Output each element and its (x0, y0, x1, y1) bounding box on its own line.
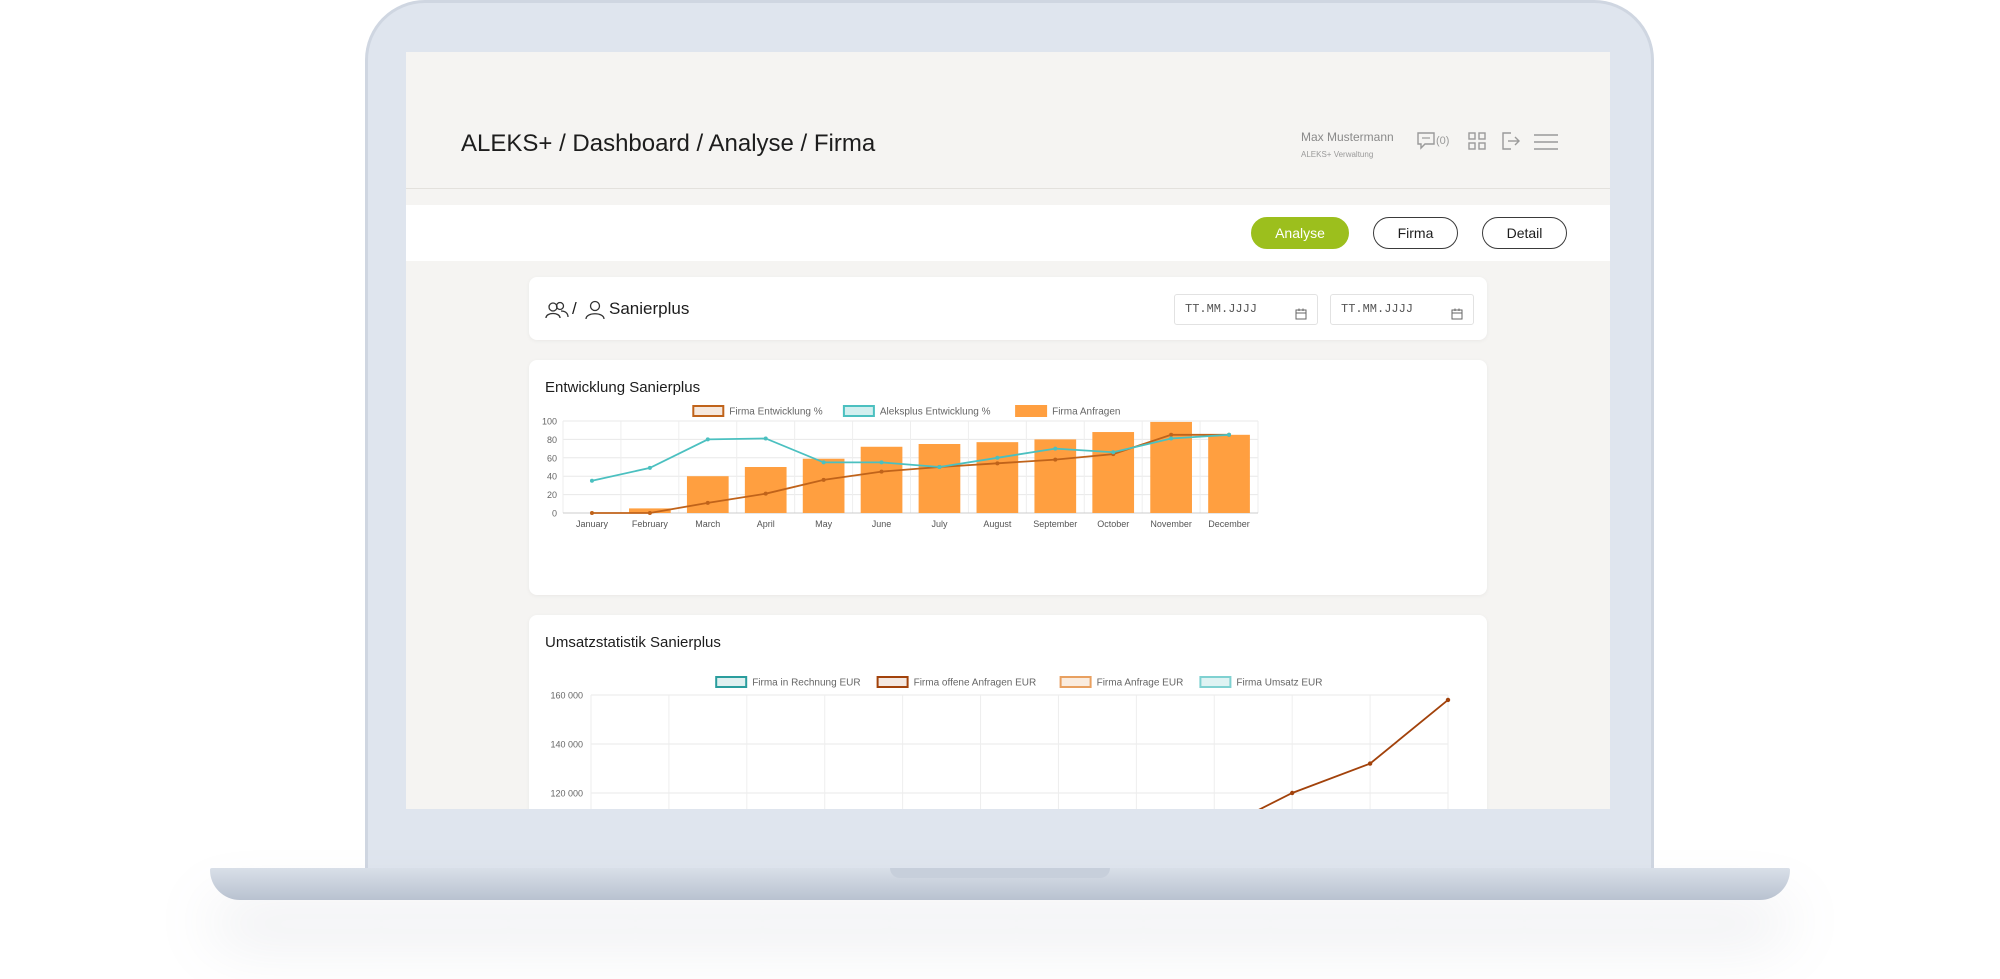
x-tick-label: October (1097, 519, 1129, 529)
legend-label: Firma Entwicklung % (729, 407, 822, 418)
date-from-placeholder: TT.MM.JJJJ (1185, 302, 1258, 316)
calendar-icon[interactable] (1451, 303, 1463, 332)
legend-label: Firma offene Anfragen EUR (914, 678, 1037, 689)
user-icon (585, 300, 605, 325)
legend-swatch (1199, 676, 1232, 688)
y-tick-label: 140 000 (550, 740, 583, 750)
data-point (1445, 697, 1451, 703)
data-point (1111, 450, 1116, 455)
filter-card: / Sanierplus TT.MM.JJJJ TT.MM.JJJJ (529, 277, 1487, 340)
legend-swatch (876, 676, 909, 688)
x-tick-label: August (983, 519, 1012, 529)
date-to-placeholder: TT.MM.JJJJ (1341, 302, 1414, 316)
bar (976, 442, 1019, 513)
y-tick-label: 0 (552, 509, 557, 519)
data-point (879, 460, 884, 465)
data-point (1227, 432, 1232, 437)
legend-label: Firma Umsatz EUR (1236, 678, 1322, 689)
filter-title: Sanierplus (609, 299, 690, 318)
date-from-field[interactable]: TT.MM.JJJJ (1174, 294, 1318, 325)
x-tick-label: March (695, 519, 720, 529)
x-tick-label: November (1150, 519, 1192, 529)
app-screen: ALEKS+ / Dashboard / Analyse / Firma Max… (406, 52, 1610, 809)
data-point (995, 455, 1000, 460)
revenue-chart-card: Umsatzstatistik Sanierplus Firma in Rech… (529, 615, 1487, 809)
y-tick-label: 160 000 (550, 691, 583, 701)
legend-swatch (1015, 405, 1048, 417)
y-tick-label: 60 (547, 453, 557, 463)
data-point (995, 461, 1000, 466)
tab-firma[interactable]: Firma (1373, 217, 1458, 249)
laptop-notch (890, 868, 1110, 878)
legend-swatch (1059, 676, 1092, 688)
y-tick-label: 120 000 (550, 789, 583, 799)
bar (918, 444, 961, 513)
data-point (821, 460, 826, 465)
revenue-chart: Firma in Rechnung EUR Firma offene Anfrag… (550, 676, 1451, 809)
tab-bar: Analyse Firma Detail (406, 205, 1610, 261)
y-tick-label: 40 (547, 472, 557, 482)
bar (802, 458, 845, 513)
logout-icon[interactable] (1501, 132, 1521, 155)
message-count: (0) (1436, 135, 1450, 147)
grid-icon[interactable] (1468, 132, 1486, 155)
development-chart-card: Entwicklung Sanierplus Firma Entwicklung… (529, 360, 1487, 595)
data-point (1367, 761, 1373, 766)
date-to-field[interactable]: TT.MM.JJJJ (1330, 294, 1474, 325)
legend-swatch (692, 405, 725, 417)
data-point (589, 478, 594, 483)
y-tick-label: 20 (547, 490, 557, 500)
x-tick-label: January (576, 519, 609, 529)
data-point (1169, 436, 1174, 441)
data-point (821, 477, 826, 482)
tab-detail[interactable]: Detail (1482, 217, 1567, 249)
calendar-icon[interactable] (1295, 303, 1307, 332)
filter-separator: / (572, 299, 577, 318)
x-tick-label: September (1033, 519, 1077, 529)
data-point (1053, 446, 1058, 451)
x-tick-label: April (757, 519, 775, 529)
legend-label: Firma in Rechnung EUR (752, 678, 860, 689)
user-name: Max Mustermann (1301, 130, 1394, 144)
legend-swatch (842, 405, 875, 417)
legend-label: Firma Anfragen (1052, 407, 1120, 418)
data-point (763, 491, 768, 496)
data-point (647, 465, 652, 470)
data-point (763, 436, 768, 441)
x-tick-label: July (931, 519, 948, 529)
app-header: ALEKS+ / Dashboard / Analyse / Firma Max… (406, 52, 1610, 189)
y-tick-label: 80 (547, 435, 557, 445)
user-role: ALEKS+ Verwaltung (1301, 150, 1374, 159)
data-point (1289, 790, 1295, 796)
data-point (589, 511, 594, 515)
data-point (647, 511, 652, 515)
data-point (937, 465, 942, 469)
x-tick-label: February (632, 519, 669, 529)
x-tick-label: December (1208, 519, 1250, 529)
tab-analyse[interactable]: Analyse (1251, 217, 1349, 249)
bar (1092, 432, 1135, 513)
legend-label: Firma Anfrage EUR (1097, 678, 1184, 689)
user-block[interactable]: Max Mustermann ALEKS+ Verwaltung (1301, 130, 1394, 159)
legend-label: Aleksplus Entwicklung % (880, 407, 991, 418)
data-point (879, 469, 884, 474)
x-tick-label: May (815, 519, 833, 529)
data-point (705, 500, 710, 505)
users-icon (545, 301, 569, 324)
development-chart: Firma Entwicklung % Aleksplus Entwicklung… (542, 405, 1259, 529)
bar (1208, 434, 1250, 513)
bar (686, 476, 729, 513)
stage: ALEKS+ / Dashboard / Analyse / Firma Max… (0, 0, 2000, 979)
legend-swatch (715, 676, 748, 688)
bar (860, 446, 903, 513)
data-point (705, 437, 710, 442)
menu-icon[interactable] (1534, 134, 1558, 155)
chat-icon[interactable] (1416, 130, 1436, 155)
y-tick-label: 100 (542, 417, 557, 427)
data-point (1053, 457, 1058, 462)
x-tick-label: June (872, 519, 892, 529)
data-point (1169, 432, 1174, 437)
breadcrumb: ALEKS+ / Dashboard / Analyse / Firma (461, 130, 876, 157)
